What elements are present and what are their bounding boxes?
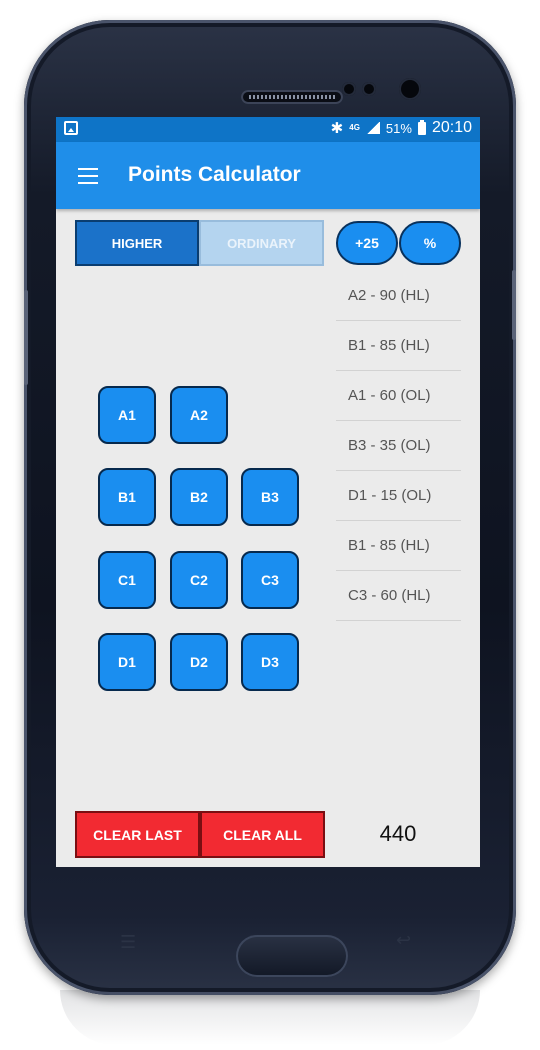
- proximity-sensor: [342, 82, 356, 96]
- earpiece-speaker: [241, 90, 343, 104]
- front-camera: [399, 78, 421, 100]
- ordinary-level-toggle[interactable]: ORDINARY: [199, 220, 324, 266]
- results-list: A2 - 90 (HL) B1 - 85 (HL) A1 - 60 (OL) B…: [336, 271, 461, 621]
- result-item[interactable]: B1 - 85 (HL): [336, 521, 461, 571]
- bonus-points-button[interactable]: +25: [336, 221, 398, 265]
- app-screen: ✱ 4G 51% 20:10 Points Calculator HIGHER …: [56, 117, 480, 867]
- menu-key-icon[interactable]: ☰: [120, 932, 136, 953]
- grade-button-c3[interactable]: C3: [241, 551, 299, 609]
- network-type: 4G: [349, 123, 360, 132]
- signal-icon: [365, 122, 380, 134]
- grade-button-d1[interactable]: D1: [98, 633, 156, 691]
- grade-button-d2[interactable]: D2: [170, 633, 228, 691]
- app-title: Points Calculator: [128, 163, 301, 186]
- points-total: 440: [379, 821, 417, 846]
- grade-button-b2[interactable]: B2: [170, 468, 228, 526]
- power-button[interactable]: [512, 270, 516, 340]
- clear-all-button[interactable]: CLEAR ALL: [200, 811, 325, 858]
- percent-button[interactable]: %: [399, 221, 461, 265]
- result-item[interactable]: D1 - 15 (OL): [336, 471, 461, 521]
- light-sensor: [362, 82, 376, 96]
- grade-button-b3[interactable]: B3: [241, 468, 299, 526]
- result-item[interactable]: A2 - 90 (HL): [336, 271, 461, 321]
- status-indicators: ✱ 4G 51% 20:10: [331, 119, 472, 137]
- result-item[interactable]: B3 - 35 (OL): [336, 421, 461, 471]
- result-item[interactable]: A1 - 60 (OL): [336, 371, 461, 421]
- home-button[interactable]: [236, 935, 348, 977]
- result-item[interactable]: C3 - 60 (HL): [336, 571, 461, 621]
- status-time: 20:10: [431, 119, 472, 136]
- grade-button-b1[interactable]: B1: [98, 468, 156, 526]
- grade-button-c2[interactable]: C2: [170, 551, 228, 609]
- back-key-icon[interactable]: ↩: [396, 930, 411, 951]
- higher-level-toggle[interactable]: HIGHER: [75, 220, 199, 266]
- gallery-notification-icon: [64, 121, 78, 135]
- grade-button-a2[interactable]: A2: [170, 386, 228, 444]
- phone-reflection: [60, 990, 480, 1045]
- clear-last-button[interactable]: CLEAR LAST: [75, 811, 200, 858]
- app-bar: Points Calculator: [56, 142, 480, 209]
- result-item[interactable]: B1 - 85 (HL): [336, 321, 461, 371]
- status-bar: ✱ 4G 51% 20:10: [56, 117, 480, 142]
- hamburger-menu-icon[interactable]: [78, 168, 98, 184]
- grade-button-c1[interactable]: C1: [98, 551, 156, 609]
- volume-button[interactable]: [24, 290, 28, 385]
- battery-icon: [417, 119, 426, 135]
- bluetooth-icon: ✱: [330, 119, 344, 137]
- battery-percent: 51%: [385, 120, 412, 136]
- grade-button-a1[interactable]: A1: [98, 386, 156, 444]
- grade-button-d3[interactable]: D3: [241, 633, 299, 691]
